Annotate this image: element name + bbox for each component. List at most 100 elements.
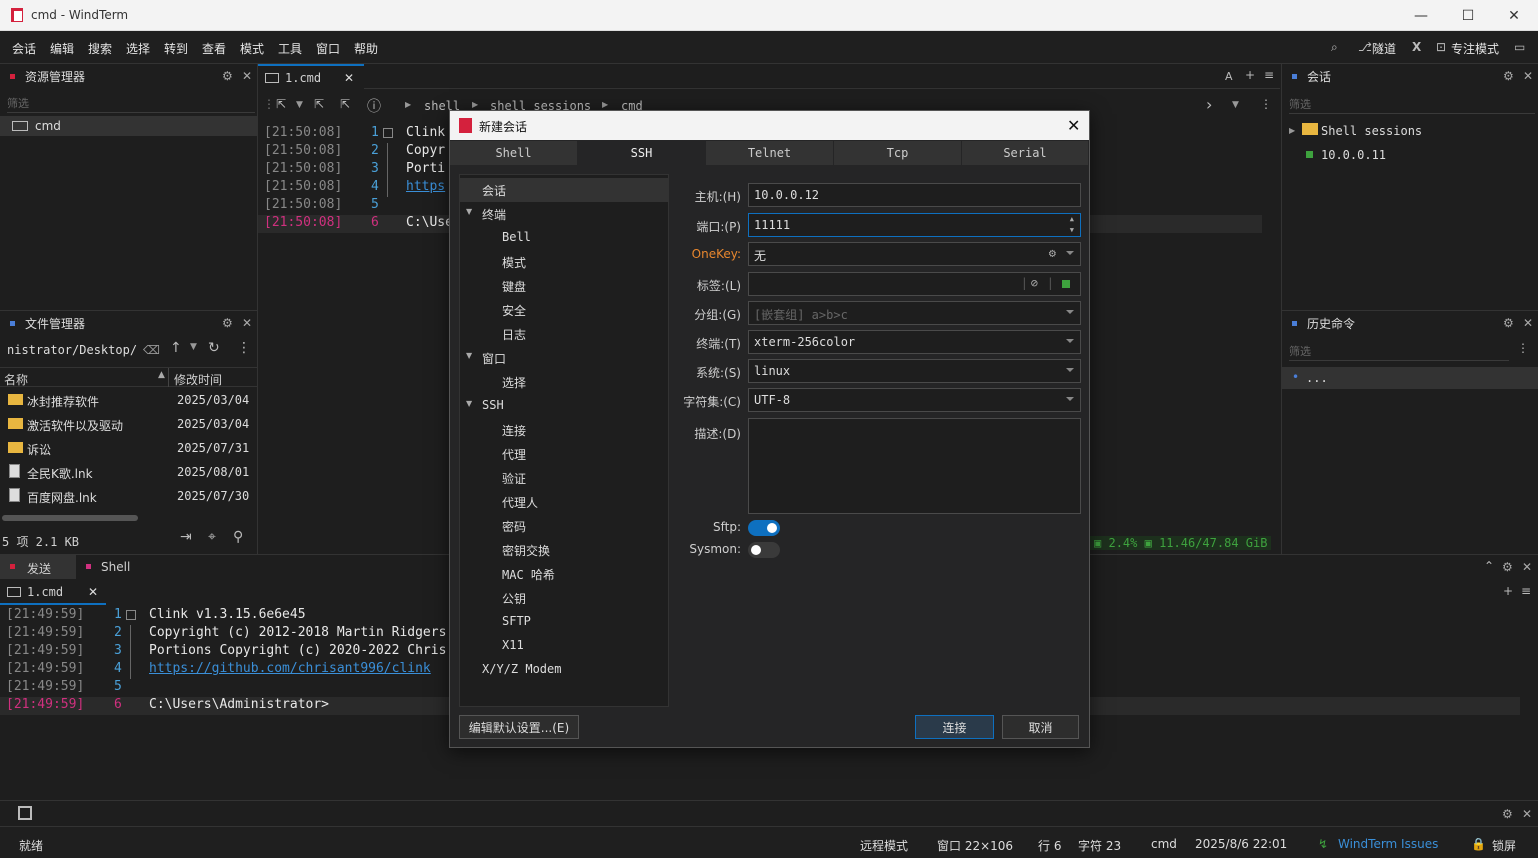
gear-icon[interactable]: ⚙ xyxy=(222,316,233,330)
minimize-button[interactable]: — xyxy=(1398,0,1444,31)
tab-send[interactable]: 发送 xyxy=(0,555,76,579)
gear-icon[interactable]: ⚙ xyxy=(1502,560,1513,574)
chevron-right-icon[interactable]: › xyxy=(1206,95,1212,114)
clear-path-icon[interactable]: ⌫ xyxy=(143,343,160,357)
group-select[interactable]: [嵌套组] a>b>c xyxy=(748,301,1081,325)
copy-icon[interactable]: ⇱ xyxy=(340,97,350,111)
bottom-tab-1-cmd[interactable]: 1.cmd ✕ xyxy=(0,581,106,605)
system-select[interactable]: linux xyxy=(748,359,1081,383)
up-arrow-icon[interactable]: ↑ xyxy=(170,340,182,356)
status-shell[interactable]: cmd xyxy=(1151,837,1177,851)
host-input[interactable]: 10.0.0.12 xyxy=(748,183,1081,207)
tree-item[interactable]: 公钥 xyxy=(460,586,668,610)
chevron-up-icon[interactable]: ⌃ xyxy=(1484,559,1494,573)
close-icon[interactable]: ✕ xyxy=(1523,69,1533,83)
close-icon[interactable]: ✕ xyxy=(242,69,252,83)
col-time[interactable]: 修改时间 xyxy=(174,371,222,388)
menu-select[interactable]: 选择 xyxy=(126,40,150,57)
port-input[interactable]: 11111 ▲ ▼ xyxy=(748,213,1081,237)
close-window-button[interactable]: ✕ xyxy=(1491,0,1537,31)
tab-tcp[interactable]: Tcp xyxy=(834,141,962,165)
list-item[interactable]: cmd xyxy=(0,116,257,136)
close-icon[interactable]: ✕ xyxy=(1522,807,1532,821)
close-tab-icon[interactable]: ✕ xyxy=(344,71,354,85)
status-window-size[interactable]: 窗口 22×106 xyxy=(937,837,1013,854)
close-icon[interactable]: ✕ xyxy=(242,316,252,330)
gear-icon[interactable]: ⚙ xyxy=(1502,807,1513,821)
menu-icon[interactable]: ≡ xyxy=(1264,68,1274,82)
gear-icon[interactable]: ⚙ xyxy=(1503,316,1514,330)
menu-edit[interactable]: 编辑 xyxy=(50,40,74,57)
list-item[interactable]: • ... xyxy=(1282,367,1538,389)
maximize-button[interactable]: ☐ xyxy=(1445,0,1491,31)
add-tab-icon[interactable]: + xyxy=(1503,584,1513,598)
more-icon[interactable]: ⋮ xyxy=(237,340,251,356)
menu-window[interactable]: 窗口 xyxy=(316,40,340,57)
menu-goto[interactable]: 转到 xyxy=(164,40,188,57)
tab-shell[interactable]: Shell xyxy=(76,555,156,579)
lock-screen-button[interactable]: 锁屏 xyxy=(1492,837,1516,854)
tunnel-button[interactable]: 隧道 xyxy=(1372,40,1396,57)
desc-textarea[interactable] xyxy=(748,418,1081,514)
font-icon[interactable]: A xyxy=(1225,70,1233,83)
table-row[interactable]: 冰封推荐软件 2025/03/04 xyxy=(0,389,257,411)
col-name[interactable]: 名称 xyxy=(4,371,28,388)
menu-icon[interactable]: ≡ xyxy=(1521,584,1531,598)
location-pin-icon[interactable]: ⌖ xyxy=(208,529,216,545)
refresh-icon[interactable]: ↻ xyxy=(208,340,220,356)
tag-input[interactable]: | ⊘ | xyxy=(748,272,1081,296)
onekey-label[interactable]: OneKey: xyxy=(692,247,741,261)
tree-item[interactable]: X/Y/Z Modem xyxy=(460,658,668,682)
issues-link[interactable]: WindTerm Issues xyxy=(1338,837,1438,851)
color-swatch[interactable] xyxy=(1062,280,1070,288)
cancel-button[interactable]: 取消 xyxy=(1002,715,1079,739)
path-input[interactable]: nistrator/Desktop/ xyxy=(7,343,137,357)
onekey-select[interactable]: 无 ⚙ xyxy=(748,242,1081,266)
add-tab-icon[interactable]: + xyxy=(1245,68,1255,82)
close-icon[interactable]: ✕ xyxy=(1523,316,1533,330)
edit-default-button[interactable]: 编辑默认设置...(E) xyxy=(459,715,579,739)
chevron-down-icon[interactable]: ▼ xyxy=(296,100,303,110)
gear-icon[interactable]: ⚙ xyxy=(1049,246,1056,260)
status-row[interactable]: 行 6 xyxy=(1038,837,1061,854)
x-icon[interactable]: X xyxy=(1412,40,1421,54)
history-filter-input[interactable]: 筛选 xyxy=(1289,343,1509,361)
sysmon-toggle[interactable] xyxy=(748,542,780,558)
menu-mode[interactable]: 模式 xyxy=(240,40,264,57)
tab-serial[interactable]: Serial xyxy=(962,141,1089,165)
sessions-filter-input[interactable]: 筛选 xyxy=(1289,96,1535,114)
close-tab-icon[interactable]: ✕ xyxy=(88,585,98,599)
explorer-filter-input[interactable]: 筛选 xyxy=(7,95,255,113)
folder-transfer-icon[interactable]: ⇥ xyxy=(180,529,192,545)
menu-view[interactable]: 查看 xyxy=(202,40,226,57)
connect-button[interactable]: 连接 xyxy=(915,715,994,739)
more-icon[interactable]: ⋮ xyxy=(1517,341,1529,355)
gear-icon[interactable]: ⚙ xyxy=(1503,69,1514,83)
session-folder[interactable]: Shell sessions xyxy=(1321,124,1422,138)
spin-down-icon[interactable]: ▼ xyxy=(1070,226,1074,234)
chevron-down-icon[interactable]: ▼ xyxy=(190,342,197,352)
charset-select[interactable]: UTF-8 xyxy=(748,388,1081,412)
sftp-toggle[interactable] xyxy=(748,520,780,536)
table-row[interactable]: 激活软件以及驱动 2025/03/04 xyxy=(0,413,257,435)
close-dialog-icon[interactable]: ✕ xyxy=(1067,116,1080,135)
clear-tag-icon[interactable]: ⊘ xyxy=(1031,276,1038,290)
menu-tools[interactable]: 工具 xyxy=(278,40,302,57)
panel-toggle-icon[interactable] xyxy=(18,806,32,820)
session-host[interactable]: 10.0.0.11 xyxy=(1321,148,1386,162)
status-col[interactable]: 字符 23 xyxy=(1078,837,1121,854)
close-icon[interactable]: ✕ xyxy=(1522,560,1532,574)
menu-session[interactable]: 会话 xyxy=(12,40,36,57)
tree-item[interactable]: SFTP xyxy=(460,610,668,634)
tree-item[interactable]: X11 xyxy=(460,634,668,658)
duplicate-icon[interactable]: ⇱ xyxy=(314,97,324,111)
table-row[interactable]: 诉讼 2025/07/31 xyxy=(0,437,257,459)
expand-arrow-icon[interactable]: ▶ xyxy=(1289,126,1295,135)
gear-icon[interactable]: ⚙ xyxy=(222,69,233,83)
status-remote-mode[interactable]: 远程模式 xyxy=(860,837,908,854)
route-icon[interactable]: ⚲ xyxy=(233,529,243,545)
more-icon[interactable]: ⋮ xyxy=(1260,97,1272,111)
layout-icon[interactable]: ▭ xyxy=(1514,40,1525,54)
table-row[interactable]: 百度网盘.lnk 2025/07/30 xyxy=(0,485,257,507)
spin-up-icon[interactable]: ▲ xyxy=(1070,215,1074,223)
